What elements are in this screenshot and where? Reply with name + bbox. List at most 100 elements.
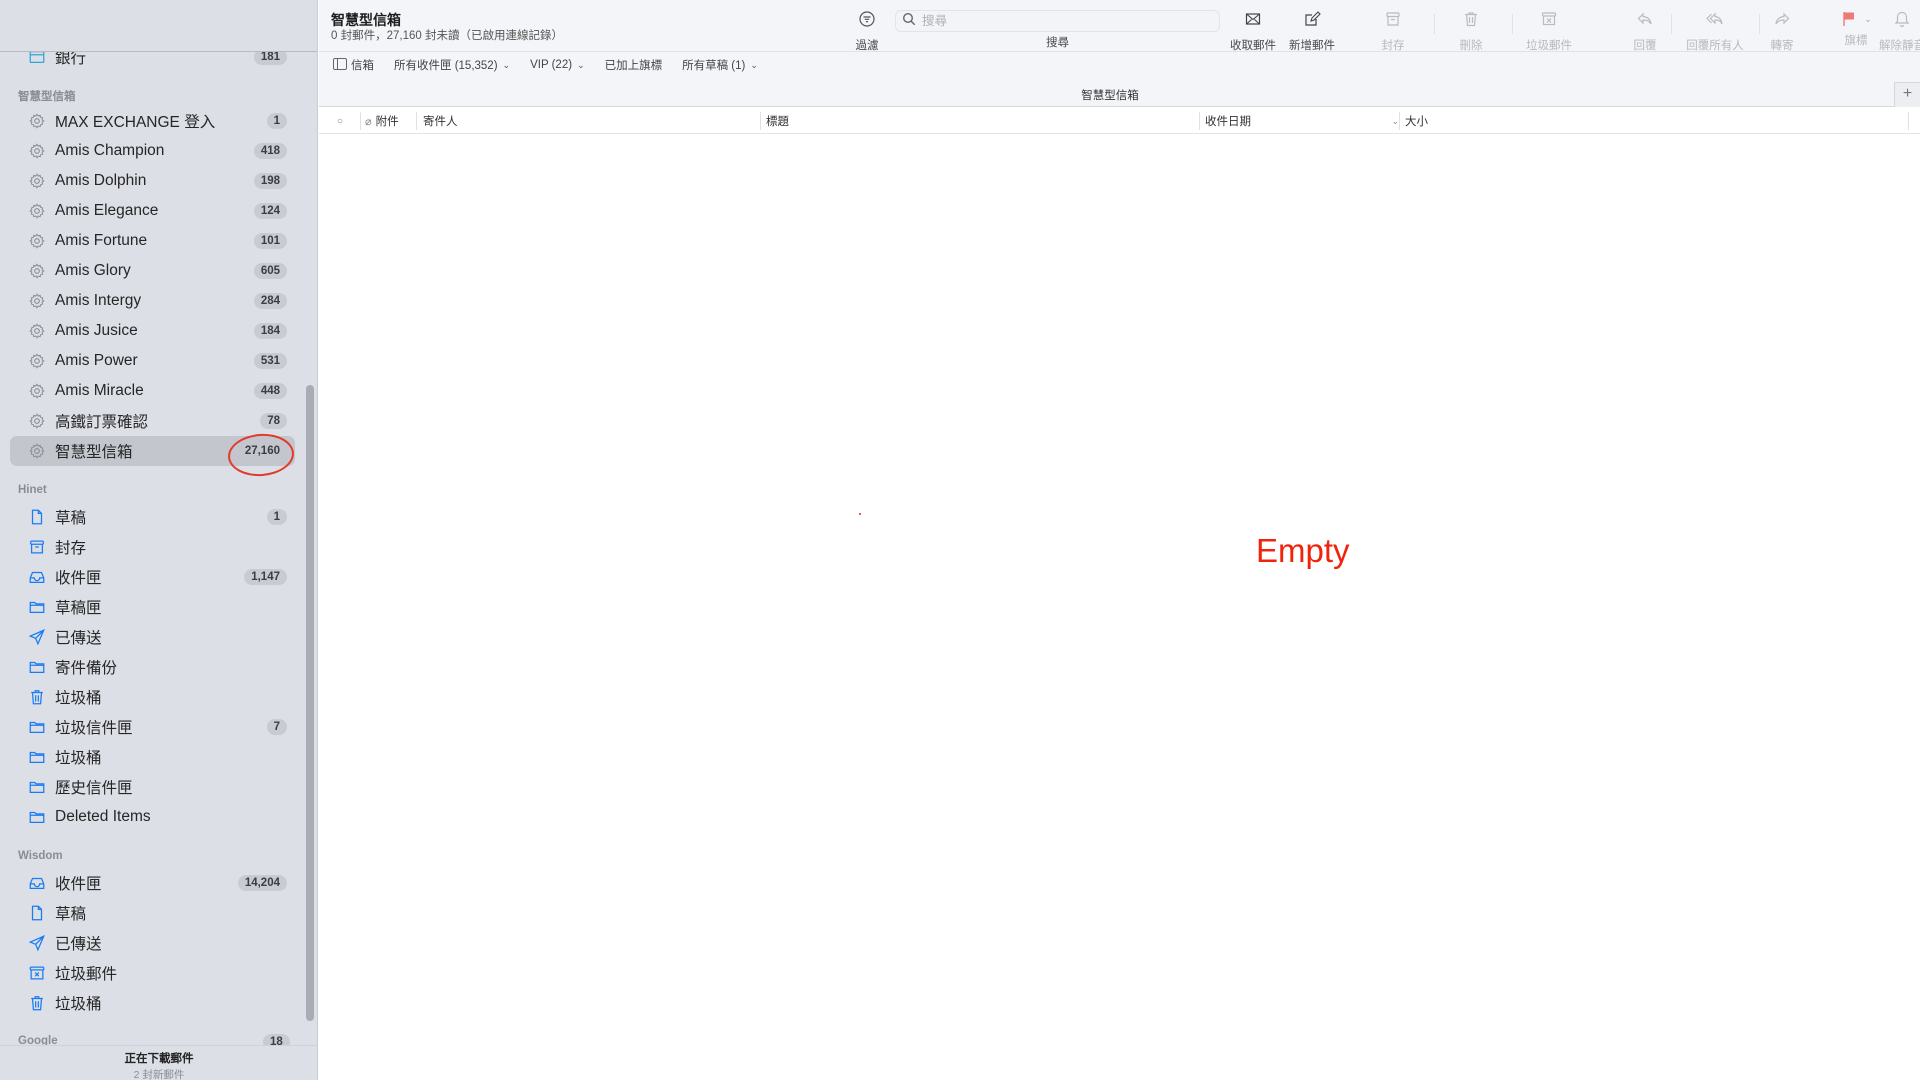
column-date-received[interactable]: 收件日期 ⌄ bbox=[1205, 108, 1399, 134]
list-title: 智慧型信箱 bbox=[1081, 90, 1139, 102]
trash-icon bbox=[27, 687, 47, 707]
sidebar-item[interactable]: Amis Dolphin 198 bbox=[10, 166, 295, 196]
sidebar-item[interactable]: 垃圾信件匣 7 bbox=[10, 712, 295, 742]
folder-icon bbox=[27, 717, 47, 737]
sidebar-item[interactable]: 寄件備份 bbox=[10, 652, 295, 682]
unread-count-badge: 124 bbox=[253, 203, 287, 219]
reply-button[interactable]: 回覆 bbox=[1610, 10, 1680, 53]
smart-mailbox-gear-icon bbox=[27, 351, 47, 371]
column-attachment[interactable]: ⌀ 附件 bbox=[365, 108, 399, 134]
search-icon bbox=[896, 12, 916, 31]
sidebar-item[interactable]: 草稿 bbox=[10, 898, 295, 928]
smart-mailbox-gear-icon bbox=[27, 321, 47, 341]
unread-count-badge: 448 bbox=[253, 383, 287, 399]
column-separator bbox=[1399, 112, 1400, 130]
favorites-item[interactable]: VIP (22) ⌄ bbox=[530, 59, 585, 71]
sidebar-status-footer: 正在下載郵件 2 封新郵件 bbox=[0, 1045, 317, 1080]
chevron-down-icon[interactable]: ⌄ bbox=[750, 60, 758, 71]
sidebar-item-label: 智慧型信箱 bbox=[55, 444, 133, 461]
sidebar-item-label: 垃圾桶 bbox=[55, 996, 102, 1013]
column-size[interactable]: 大小 bbox=[1405, 108, 1428, 134]
unread-count-badge: 1,147 bbox=[244, 569, 287, 585]
paperclip-icon: ⌀ bbox=[365, 115, 372, 128]
sidebar-item[interactable]: 草稿 1 bbox=[10, 502, 295, 532]
sort-chevron-icon: ⌄ bbox=[1391, 115, 1399, 126]
sidebar-item[interactable]: 高鐵訂票確認 78 bbox=[10, 406, 295, 436]
sidebar-item[interactable]: 收件匣 1,147 bbox=[10, 562, 295, 592]
sidebar-item[interactable]: 已傳送 bbox=[10, 928, 295, 958]
unread-count-badge: 184 bbox=[253, 323, 287, 339]
junk-icon bbox=[1540, 10, 1558, 33]
favorites-item[interactable]: 所有收件匣 (15,352) ⌄ bbox=[394, 57, 510, 73]
delete-button[interactable]: 刪除 bbox=[1436, 10, 1506, 53]
compose-icon bbox=[1303, 10, 1321, 33]
sidebar-item[interactable]: Deleted Items bbox=[10, 802, 295, 832]
add-column-button[interactable]: + bbox=[1894, 82, 1920, 107]
sidebar-item-label: 草稿 bbox=[55, 510, 87, 527]
unread-count-badge: 1 bbox=[266, 113, 287, 129]
flag-icon: ⌄ bbox=[1840, 10, 1872, 28]
annotation-dot bbox=[859, 513, 861, 515]
sidebar-item[interactable]: Amis Intergy 284 bbox=[10, 286, 295, 316]
unread-count-badge: 605 bbox=[253, 263, 287, 279]
chevron-down-icon[interactable]: ⌄ bbox=[577, 60, 585, 71]
smart-mailbox-gear-icon bbox=[27, 201, 47, 221]
sidebar-item[interactable]: Amis Glory 605 bbox=[10, 256, 295, 286]
sidebar-item[interactable]: 歷史信件匣 bbox=[10, 772, 295, 802]
favorites-item-label: 所有收件匣 (15,352) bbox=[394, 60, 498, 72]
unmute-button[interactable]: 解除靜音 bbox=[1879, 10, 1920, 53]
column-from[interactable]: 寄件人 bbox=[423, 108, 458, 134]
sidebar-item[interactable]: 草稿匣 bbox=[10, 592, 295, 622]
sidebar-item[interactable]: Amis Miracle 448 bbox=[10, 376, 295, 406]
sidebar-item-label: MAX EXCHANGE 登入 bbox=[55, 114, 216, 131]
favorites-item-label: 已加上旗標 bbox=[604, 60, 663, 72]
sidebar-item[interactable]: Amis Elegance 124 bbox=[10, 196, 295, 226]
favorites-item-label: 信箱 bbox=[351, 60, 374, 72]
toolbar-separator bbox=[1434, 14, 1435, 34]
forward-button[interactable]: 轉寄 bbox=[1747, 10, 1817, 53]
sidebar-item[interactable]: MAX EXCHANGE 登入 1 bbox=[10, 106, 295, 136]
sidebar-item-label: 垃圾信件匣 bbox=[55, 720, 133, 737]
sidebar-item[interactable]: 垃圾桶 bbox=[10, 988, 295, 1018]
search-field[interactable] bbox=[895, 10, 1220, 32]
sidebar-item-label: Amis Jusice bbox=[55, 322, 138, 339]
column-header-row: ○ ⌀ 附件 寄件人 標題 收件日期 ⌄ 大小 bbox=[319, 108, 1920, 134]
column-subject[interactable]: 標題 bbox=[766, 108, 789, 134]
flag-menu-chevron-icon[interactable]: ⌄ bbox=[1864, 14, 1872, 25]
sidebar-section-header[interactable]: Hinet bbox=[18, 484, 47, 496]
chevron-down-icon[interactable]: ⌄ bbox=[503, 60, 511, 71]
sidebar-scrollbar[interactable] bbox=[306, 385, 314, 1021]
sidebar-item[interactable]: Amis Champion 418 bbox=[10, 136, 295, 166]
folder-icon bbox=[27, 777, 47, 797]
filter-icon bbox=[858, 10, 876, 33]
favorites-item[interactable]: 信箱 bbox=[333, 57, 374, 73]
sidebar-item[interactable]: Amis Jusice 184 bbox=[10, 316, 295, 346]
sidebar-item[interactable]: 垃圾郵件 bbox=[10, 958, 295, 988]
search-input[interactable] bbox=[922, 14, 1202, 28]
sidebar-item[interactable]: 封存 bbox=[10, 532, 295, 562]
sidebar-item[interactable]: 垃圾桶 bbox=[10, 682, 295, 712]
junk-button[interactable]: 垃圾郵件 bbox=[1514, 10, 1584, 53]
filter-button[interactable]: 過濾 bbox=[832, 10, 902, 53]
sidebar-item[interactable]: 垃圾桶 bbox=[10, 742, 295, 772]
window-subtitle: 0 封郵件，27,160 封未讀（已啟用連線記錄） bbox=[331, 30, 563, 42]
reply-icon bbox=[1636, 10, 1654, 33]
unread-count-badge: 14,204 bbox=[237, 875, 287, 891]
archive-icon bbox=[1384, 10, 1402, 33]
column-separator bbox=[416, 112, 417, 130]
sidebar-section-header[interactable]: Wisdom bbox=[18, 850, 63, 862]
toolbar: 智慧型信箱 0 封郵件，27,160 封未讀（已啟用連線記錄） 過濾 搜尋 收取… bbox=[319, 0, 1920, 52]
sidebar-section-header[interactable]: 智慧型信箱 bbox=[18, 88, 76, 104]
favorites-item[interactable]: 已加上旗標 bbox=[605, 57, 663, 73]
new-message-button[interactable]: 新增郵件 bbox=[1277, 10, 1347, 53]
sidebar-item[interactable]: 收件匣 14,204 bbox=[10, 868, 295, 898]
column-unread[interactable]: ○ bbox=[337, 108, 347, 134]
sidebar-item[interactable]: Amis Fortune 101 bbox=[10, 226, 295, 256]
sidebar-item[interactable]: Amis Power 531 bbox=[10, 346, 295, 376]
column-separator bbox=[360, 112, 361, 130]
reply-all-button[interactable]: 回覆所有人 bbox=[1680, 10, 1750, 53]
favorites-item[interactable]: 所有草稿 (1) ⌄ bbox=[682, 57, 758, 73]
archive-button[interactable]: 封存 bbox=[1358, 10, 1428, 53]
sidebar-item-label: 封存 bbox=[55, 540, 87, 557]
sidebar-item[interactable]: 已傳送 bbox=[10, 622, 295, 652]
